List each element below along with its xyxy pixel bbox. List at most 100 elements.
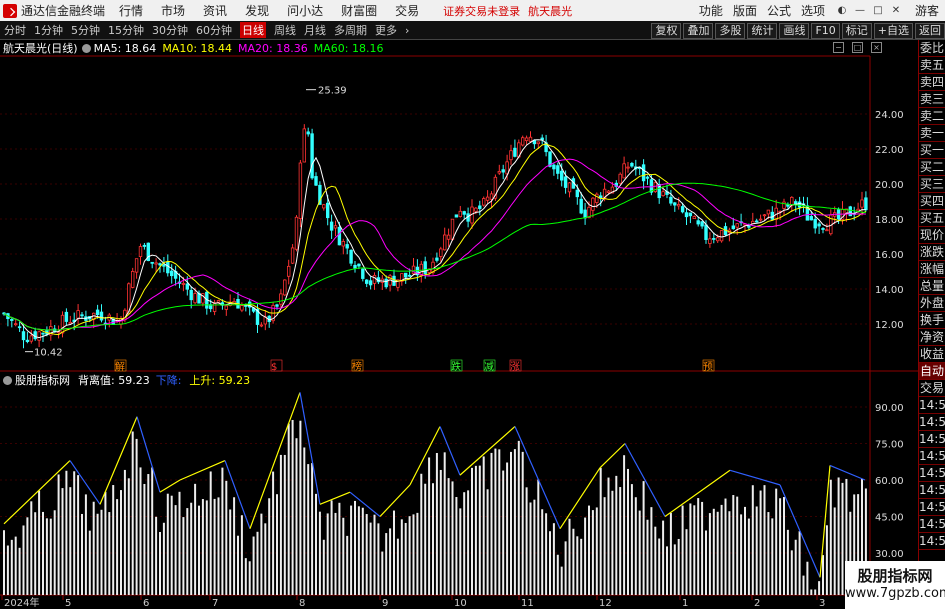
candle-body [357, 263, 361, 267]
trade-login-status[interactable]: 证券交易未登录 [443, 3, 520, 19]
side-tab-12[interactable]: 涨跌 [919, 244, 945, 261]
menu-wealth[interactable]: 财富圈 [341, 2, 377, 19]
menu-options[interactable]: 选项 [801, 2, 825, 19]
indicator-trend-line [829, 464, 866, 481]
menu-ask[interactable]: 问小达 [287, 2, 323, 19]
minimize-icon[interactable]: — [853, 4, 867, 18]
period-1min[interactable]: 1分钟 [34, 22, 63, 38]
menu-trade[interactable]: 交易 [395, 2, 419, 19]
side-tab-3[interactable]: 卖三 [919, 91, 945, 108]
side-tab-27[interactable]: 14:56 [919, 499, 945, 516]
side-tab-2[interactable]: 卖四 [919, 74, 945, 91]
guest-label[interactable]: 游客 [915, 2, 939, 19]
side-tab-6[interactable]: 买一 [919, 142, 945, 159]
xaxis-label: 6 [143, 598, 149, 609]
back-button[interactable]: 返回 [915, 22, 945, 39]
side-tab-25[interactable]: 14:56 [919, 465, 945, 482]
indicator-trend-line [224, 460, 251, 529]
indicator-bar [186, 508, 189, 595]
add-watchlist-button[interactable]: +自选 [873, 22, 913, 39]
menu-function[interactable]: 功能 [699, 2, 723, 19]
price-tick-label: 18.00 [875, 215, 904, 226]
side-tab-18[interactable]: 收益 [919, 346, 945, 363]
side-tab-4[interactable]: 卖二 [919, 108, 945, 125]
period-60min[interactable]: 60分钟 [196, 22, 232, 38]
indicator-trend-line [319, 491, 351, 505]
candle-body [731, 225, 735, 230]
draw-line-button[interactable]: 画线 [779, 22, 810, 39]
indicator-bar [716, 511, 719, 595]
menu-layout[interactable]: 版面 [733, 2, 757, 19]
side-tab-1[interactable]: 卖五 [919, 57, 945, 74]
stats-button[interactable]: 统计 [747, 22, 778, 39]
side-tab-17[interactable]: 净资 [919, 329, 945, 346]
side-tab-29[interactable]: 14:56 [919, 533, 945, 550]
maximize-icon[interactable]: □ [871, 4, 885, 18]
side-tab-21[interactable]: 14:56 [919, 397, 945, 414]
side-tab-9[interactable]: 买四 [919, 193, 945, 210]
candle-body [364, 279, 369, 284]
indicator-name[interactable]: 股朋指标网 [15, 372, 70, 388]
close-icon[interactable]: ✕ [889, 4, 903, 18]
side-tab-13[interactable]: 涨幅 [919, 261, 945, 278]
candle-body [591, 197, 595, 211]
candle-body [719, 230, 724, 242]
side-tab-23[interactable]: 14:56 [919, 431, 945, 448]
title-right-group: 功能 版面 公式 选项 ◐ — □ ✕ 游客 [699, 0, 945, 21]
skin-icon[interactable]: ◐ [835, 4, 849, 18]
side-tab-14[interactable]: 总量 [919, 278, 945, 295]
menu-news[interactable]: 资讯 [203, 2, 227, 19]
indicator-bar [221, 467, 224, 595]
menu-discover[interactable]: 发现 [245, 2, 269, 19]
adjust-button[interactable]: 复权 [651, 22, 682, 39]
side-tab-20[interactable]: 交易 [919, 380, 945, 397]
side-tab-7[interactable]: 买二 [919, 159, 945, 176]
indicator-gear-icon[interactable] [3, 375, 12, 385]
candle-body [150, 261, 154, 264]
side-tab-15[interactable]: 外盘 [919, 295, 945, 312]
indicator-bar [763, 485, 766, 595]
overlay-button[interactable]: 叠加 [683, 22, 714, 39]
candle-body [158, 263, 162, 266]
xaxis-label: 11 [521, 598, 534, 609]
more-chevron-icon[interactable]: › [405, 24, 409, 37]
period-weekly[interactable]: 周线 [274, 22, 296, 38]
side-tab-8[interactable]: 买三 [919, 176, 945, 193]
menu-market[interactable]: 市场 [161, 2, 185, 19]
side-tab-16[interactable]: 换手 [919, 312, 945, 329]
menu-quotes[interactable]: 行情 [119, 2, 143, 19]
side-tab-26[interactable]: 14:56 [919, 482, 945, 499]
candle-body [13, 323, 18, 326]
side-tab-0[interactable]: 委比 [919, 40, 945, 57]
mark-button[interactable]: 标记 [841, 22, 872, 39]
period-5min[interactable]: 5分钟 [71, 22, 100, 38]
indicator-bar [658, 538, 661, 595]
menu-formula[interactable]: 公式 [767, 2, 791, 19]
side-tab-19[interactable]: 自动 [919, 363, 945, 380]
side-tab-10[interactable]: 买五 [919, 210, 945, 227]
candle-body [797, 201, 802, 208]
period-timeshare[interactable]: 分时 [4, 22, 26, 38]
candle-body [458, 210, 462, 217]
chart-canvas[interactable]: 24.00 22.00 20.00 18.00 16.00 14.00 12.00 25.3… [0, 40, 918, 609]
period-15min[interactable]: 15分钟 [108, 22, 144, 38]
period-multi[interactable]: 多周期 [334, 22, 367, 38]
multi-stock-button[interactable]: 多股 [715, 22, 746, 39]
indicator-bar [728, 511, 731, 595]
period-daily[interactable]: 日线 [240, 22, 266, 38]
side-tab-28[interactable]: 14:56 [919, 516, 945, 533]
indicator-bar [740, 514, 743, 595]
indicator-bar [689, 503, 692, 595]
period-30min[interactable]: 30分钟 [152, 22, 188, 38]
period-more[interactable]: 更多 [375, 22, 397, 38]
f10-button[interactable]: F10 [811, 22, 840, 39]
period-monthly[interactable]: 月线 [304, 22, 326, 38]
side-tab-24[interactable]: 14:56 [919, 448, 945, 465]
candle-body [575, 189, 579, 198]
side-tab-11[interactable]: 现价 [919, 227, 945, 244]
indicator-bar [451, 481, 454, 595]
candle-body [489, 193, 494, 200]
side-tab-22[interactable]: 14:56 [919, 414, 945, 431]
side-tab-5[interactable]: 卖一 [919, 125, 945, 142]
indicator-bar [77, 475, 80, 595]
